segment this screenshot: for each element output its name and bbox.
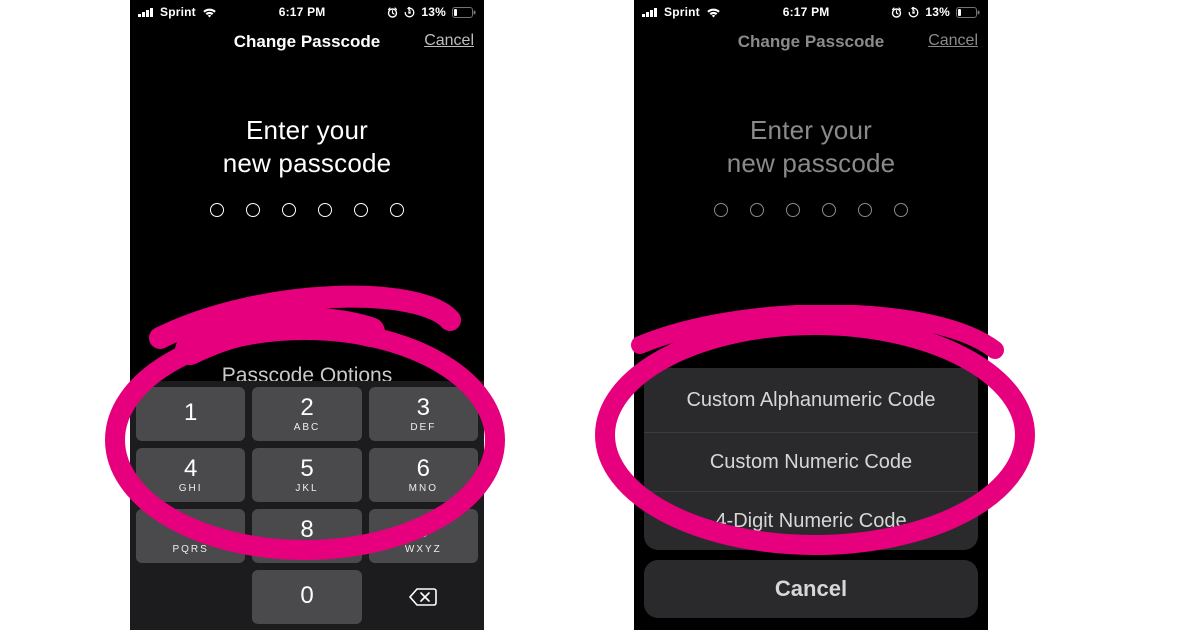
keypad-key-num: 8 (300, 518, 313, 542)
battery-pct: 13% (925, 5, 950, 19)
action-sheet-list: Custom Alphanumeric Code Custom Numeric … (644, 368, 978, 550)
keypad-key-num: 6 (417, 457, 430, 481)
prompt-line-1: Enter your (130, 114, 484, 147)
keypad-key-2[interactable]: 2 ABC (252, 387, 361, 441)
status-bar: Sprint 6:17 PM 13% (130, 0, 484, 22)
keypad-key-num: 1 (184, 401, 197, 425)
sheet-cancel-button[interactable]: Cancel (644, 560, 978, 618)
keypad-key-num: 9 (417, 518, 430, 542)
passcode-dot (786, 203, 800, 217)
keypad-key-9[interactable]: 9 WXYZ (369, 509, 478, 563)
prompt-line-2: new passcode (130, 147, 484, 180)
keypad-key-4[interactable]: 4 GHI (136, 448, 245, 502)
keypad-key-num: 2 (300, 396, 313, 420)
enter-passcode-prompt: Enter your new passcode (634, 114, 988, 179)
backspace-icon (408, 587, 438, 607)
keypad-key-blank (136, 570, 245, 624)
carrier-label: Sprint (664, 5, 700, 19)
keypad-key-num: 3 (417, 396, 430, 420)
signal-icon (138, 7, 154, 17)
passcode-dot (822, 203, 836, 217)
keypad-key-letters: GHI (179, 483, 203, 494)
orientation-lock-icon (404, 7, 415, 18)
keypad-key-num: 7 (184, 518, 197, 542)
passcode-dots (130, 203, 484, 217)
keypad-key-7[interactable]: 7 PQRS (136, 509, 245, 563)
carrier-label: Sprint (160, 5, 196, 19)
navbar: Change Passcode Cancel (130, 22, 484, 62)
keypad-key-letters: MNO (409, 483, 438, 494)
passcode-dot (390, 203, 404, 217)
passcode-dot (858, 203, 872, 217)
status-bar: Sprint 6:17 PM 13% (634, 0, 988, 22)
nav-title: Change Passcode (234, 32, 380, 52)
passcode-dot (282, 203, 296, 217)
keypad-key-8[interactable]: 8 TUV (252, 509, 361, 563)
phone-right-passcode-options-sheet: Sprint 6:17 PM 13% Change Passco (634, 0, 988, 630)
wifi-icon (706, 7, 721, 18)
nav-cancel-button[interactable]: Cancel (928, 32, 978, 50)
passcode-dot (210, 203, 224, 217)
keypad-key-5[interactable]: 5 JKL (252, 448, 361, 502)
alarm-icon (387, 7, 398, 18)
wifi-icon (202, 7, 217, 18)
passcode-dot (246, 203, 260, 217)
sheet-item-4digit[interactable]: 4-Digit Numeric Code (644, 491, 978, 550)
keypad-key-num: 4 (184, 457, 197, 481)
signal-icon (642, 7, 658, 17)
battery-pct: 13% (421, 5, 446, 19)
keypad-key-num: 5 (300, 457, 313, 481)
numeric-keypad: 1 2 ABC 3 DEF 4 GHI 5 JKL 6 MNO 7 PQRS 8 TUV 9 W… (130, 381, 484, 630)
alarm-icon (891, 7, 902, 18)
keypad-key-letters: DEF (410, 422, 436, 433)
keypad-key-3[interactable]: 3 DEF (369, 387, 478, 441)
passcode-dot (714, 203, 728, 217)
keypad-key-letters: PQRS (172, 544, 208, 555)
navbar: Change Passcode Cancel (634, 22, 988, 62)
keypad-key-0[interactable]: 0 (252, 570, 361, 624)
battery-icon (452, 7, 476, 18)
nav-title: Change Passcode (738, 32, 884, 52)
keypad-key-letters: TUV (294, 544, 320, 555)
status-time: 6:17 PM (279, 5, 326, 19)
keypad-key-letters: ABC (294, 422, 321, 433)
passcode-dot (894, 203, 908, 217)
status-time: 6:17 PM (783, 5, 830, 19)
prompt-line-2: new passcode (634, 147, 988, 180)
keypad-key-num: 0 (300, 584, 313, 608)
prompt-line-1: Enter your (634, 114, 988, 147)
action-sheet: Custom Alphanumeric Code Custom Numeric … (644, 368, 978, 618)
passcode-dot (354, 203, 368, 217)
keypad-key-6[interactable]: 6 MNO (369, 448, 478, 502)
battery-icon (956, 7, 980, 18)
phone-left-change-passcode: Sprint 6:17 PM 13% Change Passco (130, 0, 484, 630)
keypad-key-letters: WXYZ (405, 544, 442, 555)
nav-cancel-button[interactable]: Cancel (424, 32, 474, 50)
passcode-dot (750, 203, 764, 217)
keypad-key-1[interactable]: 1 (136, 387, 245, 441)
sheet-item-custom-numeric[interactable]: Custom Numeric Code (644, 432, 978, 491)
enter-passcode-prompt: Enter your new passcode (130, 114, 484, 179)
orientation-lock-icon (908, 7, 919, 18)
keypad-backspace-button[interactable] (369, 570, 478, 624)
passcode-dots (634, 203, 988, 217)
passcode-dot (318, 203, 332, 217)
sheet-item-alphanumeric[interactable]: Custom Alphanumeric Code (644, 368, 978, 432)
keypad-key-letters: JKL (295, 483, 318, 494)
